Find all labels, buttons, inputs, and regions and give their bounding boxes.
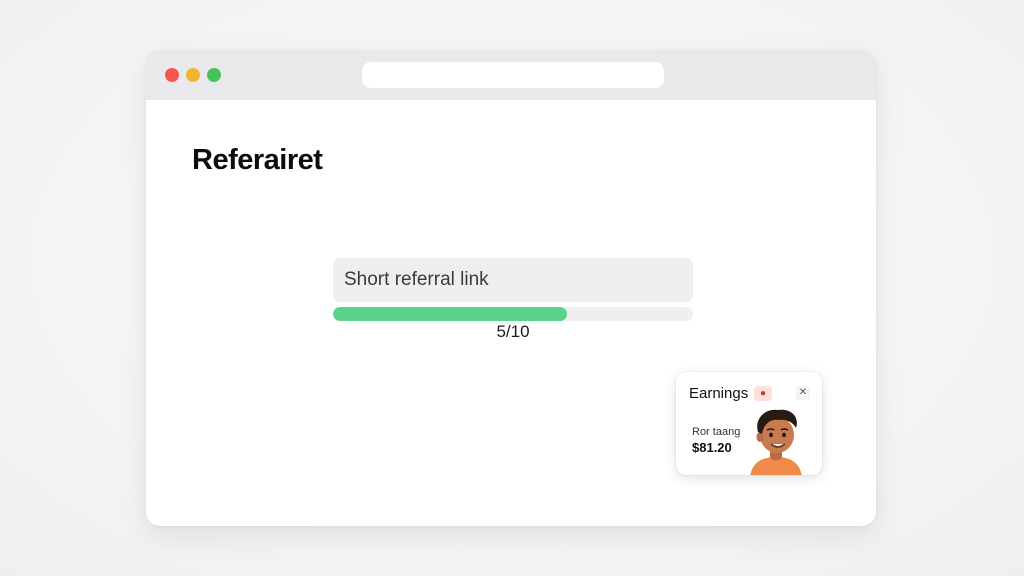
maximize-window-button[interactable] [207, 68, 221, 82]
minimize-window-button[interactable] [186, 68, 200, 82]
page-title: Referairet [192, 144, 323, 176]
earnings-label: Ror taang [692, 426, 741, 438]
referral-progress-fill [333, 307, 567, 321]
referral-link-input[interactable] [333, 258, 693, 302]
browser-window: Referairet 5/10 Earnings ● ✕ Ror taang $… [146, 50, 876, 526]
referral-progress-bar [333, 307, 693, 321]
referral-progress-count: 5/10 [496, 322, 530, 341]
avatar [750, 409, 802, 475]
earnings-card[interactable]: Earnings ● ✕ Ror taang $81.20 [676, 372, 822, 475]
desktop-background: Referairet 5/10 Earnings ● ✕ Ror taang $… [0, 0, 1024, 576]
address-bar[interactable] [362, 62, 664, 88]
earnings-amount: $81.20 [692, 440, 732, 455]
earnings-title: Earnings [689, 385, 749, 402]
close-icon[interactable]: ✕ [796, 386, 810, 400]
close-window-button[interactable] [165, 68, 179, 82]
coin-icon: ● [754, 386, 772, 401]
title-bar [146, 50, 876, 100]
